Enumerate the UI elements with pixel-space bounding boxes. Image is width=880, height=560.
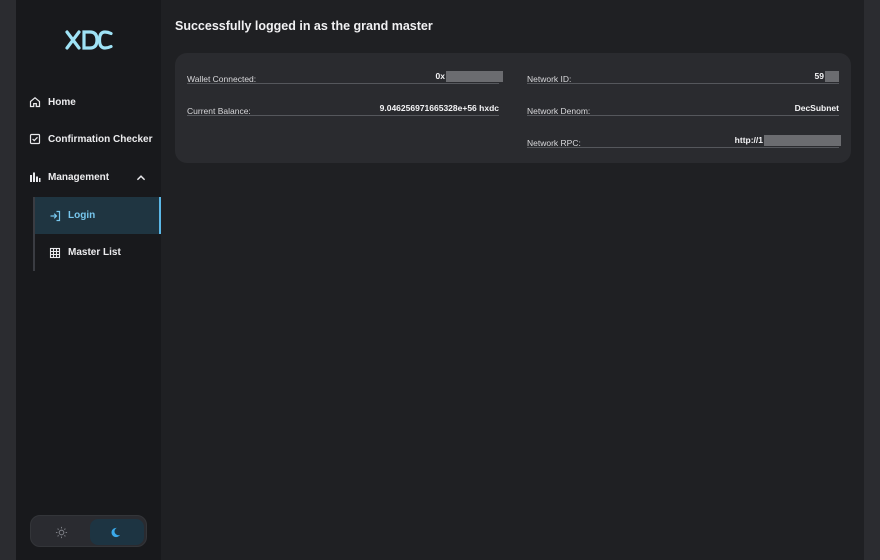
main-content: Successfully logged in as the grand mast… [161,0,864,560]
nav-login[interactable]: Login [35,197,161,234]
theme-toggle [30,515,147,547]
nav-home[interactable]: Home [16,85,161,119]
checklist-icon [29,133,41,145]
home-icon [29,97,41,108]
current-balance-value: 9.046256971665328e+56 hxdc [379,103,499,113]
nav-master-list[interactable]: Master List [35,234,161,271]
connection-info-card: Wallet Connected: 0x Current Balance: 9.… [175,53,851,163]
window-frame-left [0,0,16,560]
network-id-row: Network ID: 59 [527,64,839,84]
chevron-up-icon[interactable] [135,172,147,184]
wallet-connected-value: 0x [436,71,503,83]
redacted-block [825,71,839,83]
nav-confirmation-checker[interactable]: Confirmation Checker [16,122,161,156]
wallet-connected-row: Wallet Connected: 0x [187,64,503,84]
network-denom-value: DecSubnet [794,103,839,113]
network-denom-row: Network Denom: DecSubnet [527,96,839,116]
sun-icon [55,526,67,538]
window-frame-right [864,0,880,560]
nav-management-label: Management [48,171,110,183]
bar-chart-icon [30,172,41,182]
login-icon [50,210,61,221]
network-rpc-label: Network RPC: [527,138,581,148]
light-mode-button[interactable] [34,519,88,545]
network-id-value: 59 [815,71,839,83]
network-rpc-row: Network RPC: http://1 [527,128,841,148]
current-balance-row: Current Balance: 9.046256971665328e+56 h… [187,96,499,116]
wallet-connected-label: Wallet Connected: [187,74,257,84]
nav-login-label: Login [68,210,96,221]
nav-master-list-label: Master List [68,247,121,258]
network-rpc-value: http://1 [735,135,841,147]
redacted-block [446,71,503,83]
current-balance-label: Current Balance: [187,106,251,116]
table-icon [49,247,61,258]
nav-home-label: Home [48,96,76,108]
xdc-logo [64,28,114,52]
network-denom-label: Network Denom: [527,106,591,116]
dark-mode-button[interactable] [90,519,144,545]
moon-icon [111,527,120,537]
redacted-block [764,135,841,147]
sidebar: Home Confirmation Checker Management Log… [16,0,161,560]
page-title: Successfully logged in as the grand mast… [175,19,433,33]
network-id-label: Network ID: [527,74,572,84]
nav-management[interactable]: Management [16,160,161,194]
nav-confirmation-checker-label: Confirmation Checker [48,133,153,145]
